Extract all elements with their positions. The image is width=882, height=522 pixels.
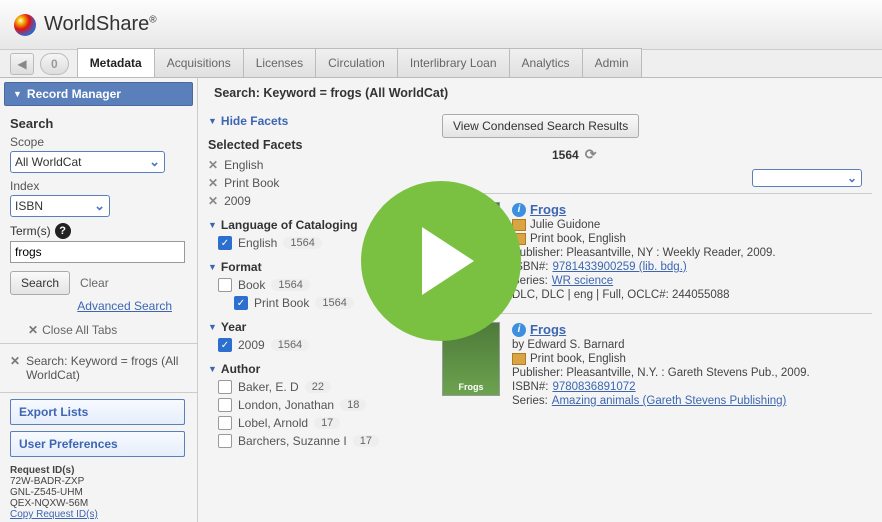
- view-condensed-button[interactable]: View Condensed Search Results: [442, 114, 639, 138]
- result-meta: DLC, DLC | eng | Full, OCLC#: 244055088: [512, 289, 872, 301]
- checkbox-icon[interactable]: [218, 380, 232, 394]
- search-result: Frogs i Frogs by Edward S. Barnard Print…: [442, 313, 872, 419]
- terms-input[interactable]: [10, 241, 185, 263]
- result-series: Series: Amazing animals (Gareth Stevens …: [512, 395, 872, 407]
- caret-down-icon: ▼: [208, 364, 217, 374]
- facet-group-year[interactable]: ▼Year: [208, 320, 418, 334]
- sidebar: ▼ Record Manager Search Scope All WorldC…: [0, 78, 198, 522]
- facet-item[interactable]: Barchers, Suzanne I17: [218, 434, 418, 448]
- scope-label: Scope: [10, 135, 187, 149]
- tab-circulation[interactable]: Circulation: [315, 48, 398, 77]
- tab-licenses[interactable]: Licenses: [243, 48, 316, 77]
- chevron-updown-icon: ⌄: [94, 198, 105, 214]
- tab-admin[interactable]: Admin: [582, 48, 642, 77]
- checkbox-icon[interactable]: [218, 278, 232, 292]
- result-isbn: ISBN#: 9780836891072: [512, 381, 872, 393]
- nav-count-badge[interactable]: 0: [40, 53, 69, 75]
- facet-item[interactable]: Baker, E. D22: [218, 380, 418, 394]
- checkbox-icon[interactable]: [218, 398, 232, 412]
- chevron-updown-icon: ⌄: [149, 154, 160, 170]
- facet-item[interactable]: ✓ 2009 1564: [218, 338, 418, 352]
- checkbox-icon[interactable]: [218, 434, 232, 448]
- user-preferences-button[interactable]: User Preferences: [10, 431, 185, 457]
- close-all-tabs[interactable]: ✕ Close All Tabs: [28, 323, 187, 337]
- checkbox-checked-icon[interactable]: ✓: [218, 236, 232, 250]
- nav-row: ◀ 0 Metadata Acquisitions Licenses Circu…: [0, 50, 882, 78]
- close-icon: ✕: [28, 323, 38, 337]
- refresh-icon[interactable]: ⟳: [585, 146, 597, 163]
- search-title: Search: Keyword = frogs (All WorldCat): [214, 86, 872, 100]
- logo-icon: [14, 14, 36, 36]
- result-series: Series: WR science: [512, 275, 872, 287]
- remove-icon[interactable]: ✕: [208, 176, 218, 190]
- tab-acquisitions[interactable]: Acquisitions: [154, 48, 244, 77]
- search-section-label: Search: [10, 116, 187, 131]
- result-author: Julie Guidone: [512, 219, 872, 231]
- clear-button[interactable]: Clear: [80, 276, 109, 290]
- search-button[interactable]: Search: [10, 271, 70, 295]
- scope-select[interactable]: All WorldCat⌄: [10, 151, 165, 173]
- selected-facet[interactable]: ✕English: [208, 158, 418, 172]
- selected-facets-header: Selected Facets: [208, 138, 418, 152]
- nav-tabs: Metadata Acquisitions Licenses Circulati…: [77, 50, 641, 77]
- info-icon[interactable]: i: [512, 323, 526, 337]
- result-title-link[interactable]: Frogs: [530, 202, 566, 217]
- facet-item[interactable]: London, Jonathan18: [218, 398, 418, 412]
- play-icon: [422, 227, 474, 295]
- remove-icon[interactable]: ✕: [208, 194, 218, 208]
- play-button[interactable]: [361, 181, 521, 341]
- result-author: by Edward S. Barnard: [512, 339, 872, 351]
- result-title-link[interactable]: Frogs: [530, 322, 566, 337]
- chevron-updown-icon: ⌄: [847, 171, 857, 185]
- main-panel: Search: Keyword = frogs (All WorldCat) ▼…: [198, 78, 882, 522]
- isbn-link[interactable]: 9781433900259 (lib. bdg.): [552, 261, 686, 273]
- facet-group-author[interactable]: ▼Author: [208, 362, 418, 376]
- hide-facets-toggle[interactable]: ▼ Hide Facets: [208, 114, 418, 128]
- record-manager-header[interactable]: ▼ Record Manager: [4, 82, 193, 106]
- index-label: Index: [10, 179, 187, 193]
- tab-analytics[interactable]: Analytics: [509, 48, 583, 77]
- series-link[interactable]: WR science: [552, 275, 613, 287]
- checkbox-checked-icon[interactable]: ✓: [218, 338, 232, 352]
- terms-label: Term(s): [10, 224, 51, 238]
- caret-down-icon: ▼: [208, 262, 217, 272]
- result-format: Print book, English: [512, 233, 872, 245]
- result-count: 1564 ⟳: [442, 146, 872, 163]
- checkbox-checked-icon[interactable]: ✓: [234, 296, 248, 310]
- help-icon[interactable]: ?: [55, 223, 71, 239]
- tab-interlibrary-loan[interactable]: Interlibrary Loan: [397, 48, 510, 77]
- checkbox-icon[interactable]: [218, 416, 232, 430]
- selected-facet[interactable]: ✕Print Book: [208, 176, 418, 190]
- search-crumb[interactable]: ✕ Search: Keyword = frogs (All WorldCat): [10, 348, 187, 388]
- result-format: Print book, English: [512, 353, 872, 365]
- remove-icon[interactable]: ✕: [208, 158, 218, 172]
- app-header: WorldShare®: [0, 0, 882, 50]
- result-publisher: Publisher: Pleasantville, NY : Weekly Re…: [512, 247, 872, 259]
- back-button[interactable]: ◀: [10, 53, 34, 75]
- export-lists-button[interactable]: Export Lists: [10, 399, 185, 425]
- copy-request-ids-link[interactable]: Copy Request ID(s): [10, 509, 98, 520]
- series-link[interactable]: Amazing animals (Gareth Stevens Publishi…: [552, 395, 787, 407]
- request-ids: Request ID(s) 72W-BADR-ZXP GNL-Z545-UHM …: [10, 465, 187, 520]
- isbn-link[interactable]: 9780836891072: [552, 381, 635, 393]
- caret-down-icon: ▼: [208, 322, 217, 332]
- facet-item[interactable]: Lobel, Arnold17: [218, 416, 418, 430]
- advanced-search-link[interactable]: Advanced Search: [77, 299, 172, 313]
- tab-metadata[interactable]: Metadata: [77, 48, 155, 77]
- index-select[interactable]: ISBN⌄: [10, 195, 110, 217]
- caret-down-icon: ▼: [208, 116, 217, 126]
- results-sort-select[interactable]: ⌄: [752, 169, 862, 187]
- result-publisher: Publisher: Pleasantville, N.Y. : Gareth …: [512, 367, 872, 379]
- caret-down-icon: ▼: [208, 220, 217, 230]
- close-icon[interactable]: ✕: [10, 354, 20, 368]
- caret-down-icon: ▼: [13, 89, 22, 99]
- result-isbn: ISBN#: 9781433900259 (lib. bdg.): [512, 261, 872, 273]
- info-icon[interactable]: i: [512, 203, 526, 217]
- book-icon: [512, 353, 526, 365]
- brand-name: WorldShare®: [44, 13, 157, 36]
